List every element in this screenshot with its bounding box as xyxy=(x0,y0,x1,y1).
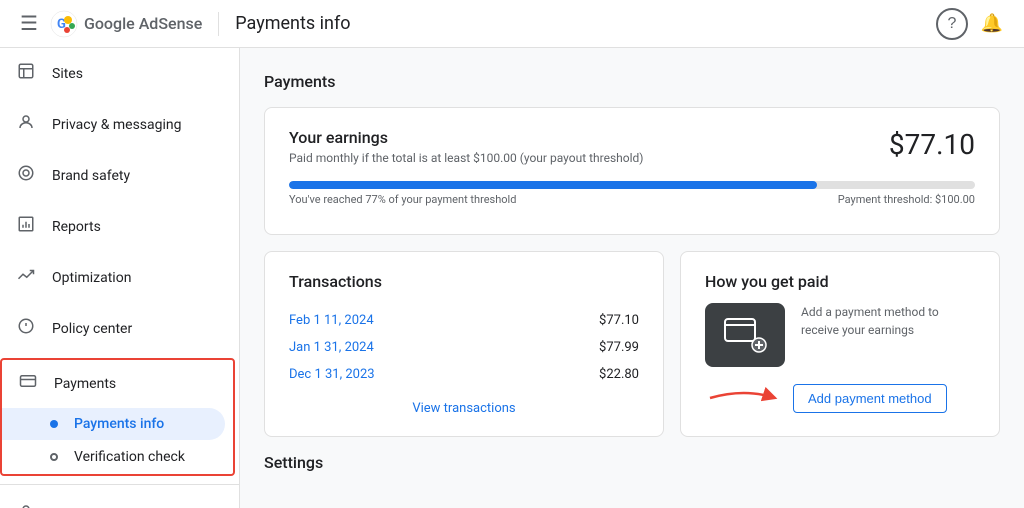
view-transactions-link[interactable]: View transactions xyxy=(412,401,515,416)
add-payment-button[interactable]: Add payment method xyxy=(793,384,947,413)
active-dot xyxy=(50,420,58,428)
sidebar: Sites Privacy & messaging Brand safety R… xyxy=(0,48,240,508)
privacy-icon xyxy=(16,113,36,136)
earnings-title: Your earnings xyxy=(289,128,643,147)
reports-icon xyxy=(16,215,36,238)
verification-label: Verification check xyxy=(74,449,185,465)
payments-section-title: Payments xyxy=(264,72,1000,91)
sidebar-item-policy[interactable]: Policy center xyxy=(0,305,231,352)
transaction-amount-1: $77.10 xyxy=(599,313,639,328)
how-paid-title: How you get paid xyxy=(705,272,975,291)
sidebar-item-privacy[interactable]: Privacy & messaging xyxy=(0,101,231,148)
transaction-date-2[interactable]: Jan 1 31, 2024 xyxy=(289,340,374,355)
sidebar-subitem-verification[interactable]: Verification check xyxy=(2,441,225,473)
optimization-label: Optimization xyxy=(52,270,131,286)
help-button[interactable]: ? xyxy=(936,8,968,40)
transaction-amount-2: $77.99 xyxy=(599,340,639,355)
progress-bar-bg xyxy=(289,181,975,189)
optimization-icon xyxy=(16,266,36,289)
adsense-logo-icon: G xyxy=(50,10,78,38)
inactive-dot xyxy=(50,453,58,461)
table-row: Feb 1 11, 2024 $77.10 xyxy=(289,307,639,334)
sites-label: Sites xyxy=(52,66,83,82)
topbar: ☰ G Google AdSense Payments info ? 🔔 xyxy=(0,0,1024,48)
reports-label: Reports xyxy=(52,219,101,235)
logo: G Google AdSense xyxy=(50,10,202,38)
brand-safety-label: Brand safety xyxy=(52,168,130,184)
transaction-date-3[interactable]: Dec 1 31, 2023 xyxy=(289,367,375,382)
payments-label: Payments xyxy=(54,376,116,392)
account-icon xyxy=(16,503,36,508)
earnings-amount: $77.10 xyxy=(889,128,975,161)
policy-label: Policy center xyxy=(52,321,132,337)
notifications-button[interactable]: 🔔 xyxy=(976,8,1008,40)
earnings-card: Your earnings Paid monthly if the total … xyxy=(264,107,1000,235)
earnings-subtitle: Paid monthly if the total is at least $1… xyxy=(289,151,643,165)
sidebar-item-payments[interactable]: Payments xyxy=(2,360,233,407)
brand-safety-icon xyxy=(16,164,36,187)
sidebar-item-optimization[interactable]: Optimization xyxy=(0,254,231,301)
payments-icon xyxy=(18,372,38,395)
menu-button[interactable]: ☰ xyxy=(16,7,42,40)
topbar-divider xyxy=(218,12,219,36)
policy-icon xyxy=(16,317,36,340)
sidebar-item-sites[interactable]: Sites xyxy=(0,50,231,97)
payments-info-label: Payments info xyxy=(74,416,164,432)
transaction-date-1[interactable]: Feb 1 11, 2024 xyxy=(289,313,374,328)
transactions-card: Transactions Feb 1 11, 2024 $77.10 Jan 1… xyxy=(264,251,664,437)
add-payment-icon xyxy=(723,317,767,353)
transaction-amount-3: $22.80 xyxy=(599,367,639,382)
settings-title: Settings xyxy=(264,453,1000,472)
sidebar-item-brand-safety[interactable]: Brand safety xyxy=(0,152,231,199)
progress-label-right: Payment threshold: $100.00 xyxy=(838,193,975,206)
how-you-get-paid-card: How you get paid Add a payment method to… xyxy=(680,251,1000,437)
sites-icon xyxy=(16,62,36,85)
red-arrow-icon xyxy=(705,383,785,413)
transactions-title: Transactions xyxy=(289,272,639,291)
table-row: Dec 1 31, 2023 $22.80 xyxy=(289,361,639,388)
table-row: Jan 1 31, 2024 $77.99 xyxy=(289,334,639,361)
main-content: Payments Your earnings Paid monthly if t… xyxy=(240,48,1024,508)
payment-method-icon-box xyxy=(705,303,785,367)
progress-bar-fill xyxy=(289,181,817,189)
sidebar-item-account[interactable]: Account xyxy=(0,491,231,508)
page-title: Payments info xyxy=(235,13,928,34)
privacy-label: Privacy & messaging xyxy=(52,117,182,133)
app-name: Google AdSense xyxy=(84,14,202,33)
sidebar-item-reports[interactable]: Reports xyxy=(0,203,231,250)
progress-label-left: You've reached 77% of your payment thres… xyxy=(289,193,516,206)
how-paid-description: Add a payment method to receive your ear… xyxy=(801,303,975,339)
sidebar-subitem-payments-info[interactable]: Payments info xyxy=(2,408,225,440)
